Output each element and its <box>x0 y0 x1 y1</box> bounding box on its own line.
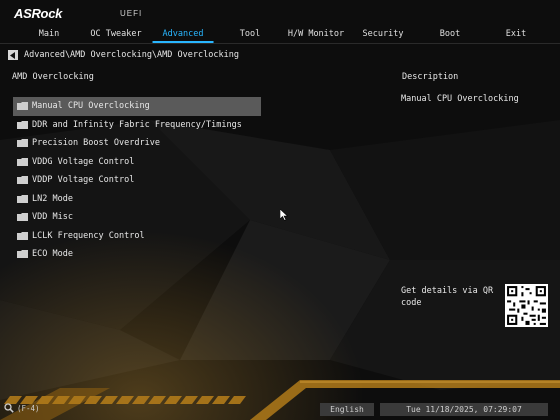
tab-advanced[interactable]: Advanced <box>152 29 214 43</box>
tab-oc-tweaker[interactable]: OC Tweaker <box>90 29 141 43</box>
search-button[interactable]: (F-4) <box>4 401 40 415</box>
folder-icon <box>17 194 28 203</box>
language-button[interactable]: English <box>320 403 374 416</box>
tab-advanced-label: Advanced <box>162 29 204 39</box>
folder-icon <box>17 176 28 185</box>
folder-icon <box>17 102 28 111</box>
menu-item-label: LCLK Frequency Control <box>32 230 145 241</box>
menu-item-vddp-voltage-control[interactable]: VDDP Voltage Control <box>13 171 261 190</box>
menu-item-lclk-frequency-control[interactable]: LCLK Frequency Control <box>13 227 261 246</box>
section-title: AMD Overclocking <box>12 72 94 82</box>
description-title: Description <box>402 72 459 82</box>
tab-hw-monitor[interactable]: H/W Monitor <box>288 29 344 43</box>
menu-item-label: LN2 Mode <box>32 193 73 204</box>
breadcrumb-path: Advanced\AMD Overclocking\AMD Overclocki… <box>24 50 239 60</box>
datetime-display: Tue 11/18/2025, 07:29:07 <box>380 403 548 416</box>
description-text: Manual CPU Overclocking <box>401 94 519 104</box>
folder-icon <box>17 250 28 259</box>
folder-icon <box>17 139 28 148</box>
menu-item-vdd-misc[interactable]: VDD Misc <box>13 208 261 227</box>
settings-menu: Manual CPU Overclocking DDR and Infinity… <box>13 97 261 264</box>
tab-main[interactable]: Main <box>39 29 59 43</box>
asrock-logo: ASRock <box>14 6 63 21</box>
menu-item-eco-mode[interactable]: ECO Mode <box>13 245 261 264</box>
top-navigation: Main OC Tweaker Advanced Tool H/W Monito… <box>0 29 560 43</box>
breadcrumb: Advanced\AMD Overclocking\AMD Overclocki… <box>8 49 239 61</box>
menu-item-ddr-infinity-fabric[interactable]: DDR and Infinity Fabric Frequency/Timing… <box>13 116 261 135</box>
folder-icon <box>17 213 28 222</box>
tab-boot[interactable]: Boot <box>440 29 460 43</box>
tab-tool[interactable]: Tool <box>240 29 260 43</box>
mouse-pointer-icon <box>280 209 288 221</box>
tab-exit[interactable]: Exit <box>506 29 526 43</box>
tab-security[interactable]: Security <box>363 29 404 43</box>
menu-item-label: DDR and Infinity Fabric Frequency/Timing… <box>32 119 242 130</box>
folder-icon <box>17 231 28 240</box>
uefi-label: UEFI <box>120 9 143 18</box>
search-shortcut: (F-4) <box>17 403 40 413</box>
back-arrow-icon <box>10 51 15 59</box>
menu-item-label: Manual CPU Overclocking <box>32 101 150 112</box>
header-divider <box>0 43 560 44</box>
qr-code-icon <box>505 284 548 327</box>
search-icon <box>4 403 14 413</box>
folder-icon <box>17 120 28 129</box>
menu-item-vddg-voltage-control[interactable]: VDDG Voltage Control <box>13 153 261 172</box>
menu-item-manual-cpu-overclocking[interactable]: Manual CPU Overclocking <box>13 97 261 116</box>
menu-item-precision-boost-overdrive[interactable]: Precision Boost Overdrive <box>13 134 261 153</box>
menu-item-label: Precision Boost Overdrive <box>32 138 160 149</box>
menu-item-ln2-mode[interactable]: LN2 Mode <box>13 190 261 209</box>
qr-hint: Get details via QR code <box>401 286 494 308</box>
menu-item-label: ECO Mode <box>32 249 73 260</box>
menu-item-label: VDDP Voltage Control <box>32 175 135 186</box>
back-button[interactable] <box>8 50 18 60</box>
menu-item-label: VDDG Voltage Control <box>32 156 135 167</box>
folder-icon <box>17 157 28 166</box>
menu-item-label: VDD Misc <box>32 212 73 223</box>
